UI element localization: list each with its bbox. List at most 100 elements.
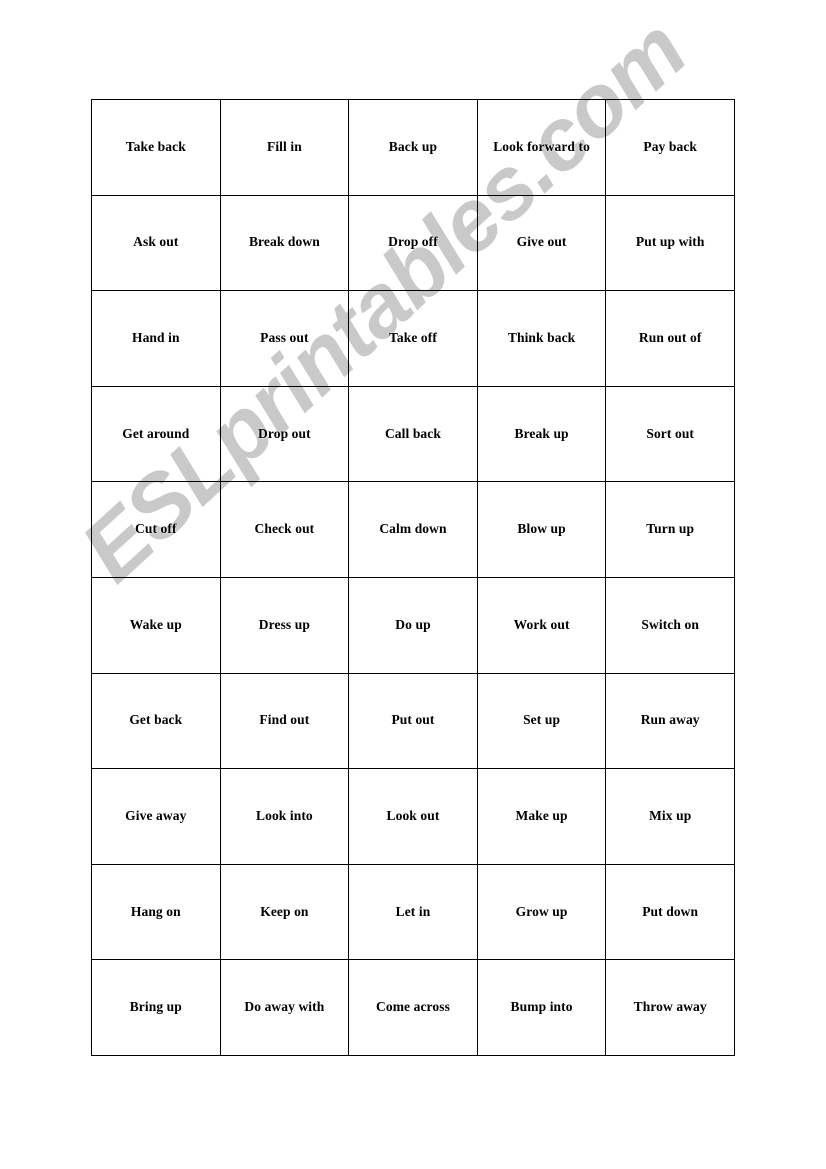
cell-label: Drop out — [258, 425, 311, 441]
grid-cell[interactable]: Come across — [348, 959, 478, 1056]
cell-label: Pay back — [643, 138, 698, 154]
grid-cell[interactable]: Give away — [91, 768, 221, 865]
cell-label: Call back — [384, 425, 441, 441]
table-row: Get back Find out Put out Set up Run awa… — [91, 672, 735, 770]
grid-cell[interactable]: Do away with — [219, 959, 350, 1056]
grid-cell[interactable]: Look forward to — [476, 99, 607, 196]
cell-label: Check out — [254, 521, 315, 537]
grid-cell[interactable]: Pass out — [219, 290, 350, 387]
grid-cell[interactable]: Find out — [219, 672, 350, 770]
grid-cell[interactable]: Break up — [476, 385, 607, 483]
grid-cell[interactable]: Put out — [348, 672, 478, 770]
cell-label: Break up — [514, 425, 569, 441]
cell-label: Get back — [129, 712, 183, 728]
table-row: Bring up Do away with Come across Bump i… — [91, 959, 735, 1056]
grid-cell[interactable]: Keep on — [219, 863, 350, 961]
grid-cell[interactable]: Check out — [219, 481, 350, 578]
grid-cell[interactable]: Blow up — [476, 481, 607, 578]
cell-label: Cut off — [135, 521, 177, 537]
cell-label: Take back — [125, 138, 186, 154]
grid-cell[interactable]: Make up — [476, 768, 607, 865]
grid-cell[interactable]: Get around — [91, 385, 221, 483]
grid-cell[interactable]: Calm down — [348, 481, 478, 578]
grid-cell[interactable]: Mix up — [605, 768, 735, 865]
cell-label: Keep on — [260, 903, 309, 919]
grid-cell[interactable]: Dress up — [219, 576, 350, 674]
grid-cell[interactable]: Let in — [348, 863, 478, 961]
cell-label: Calm down — [379, 521, 447, 537]
cell-label: Run out of — [638, 330, 702, 346]
grid-cell[interactable]: Drop off — [348, 194, 478, 292]
cell-label: Turn up — [646, 521, 695, 537]
grid-cell[interactable]: Run away — [605, 672, 735, 770]
cell-label: Give out — [516, 234, 567, 250]
cell-label: Take off — [389, 330, 437, 346]
cell-label: Get around — [122, 425, 190, 441]
grid-cell[interactable]: Throw away — [605, 959, 735, 1056]
table-row: Hand in Pass out Take off Think back Run… — [91, 290, 735, 387]
grid-cell[interactable]: Wake up — [91, 576, 221, 674]
cell-label: Work out — [513, 616, 570, 632]
cell-label: Look out — [386, 808, 440, 824]
grid-cell[interactable]: Put up with — [605, 194, 735, 292]
grid-cell[interactable]: Drop out — [219, 385, 350, 483]
grid-cell[interactable]: Grow up — [476, 863, 607, 961]
grid-cell[interactable]: Switch on — [605, 576, 735, 674]
cell-label: Drop off — [388, 234, 438, 250]
grid-cell[interactable]: Call back — [348, 385, 478, 483]
grid-cell[interactable]: Take off — [348, 290, 478, 387]
cell-label: Dress up — [258, 616, 310, 632]
grid-cell[interactable]: Take back — [91, 99, 221, 196]
grid-cell[interactable]: Pay back — [605, 99, 735, 196]
grid-cell[interactable]: Think back — [476, 290, 607, 387]
grid-cell[interactable]: Put down — [605, 863, 735, 961]
cell-label: Fill in — [266, 138, 302, 154]
grid-cell[interactable]: Look into — [219, 768, 350, 865]
grid-cell[interactable]: Get back — [91, 672, 221, 770]
cell-label: Sort out — [646, 425, 695, 441]
table-row: Hang on Keep on Let in Grow up Put down — [91, 863, 735, 961]
table-row: Cut off Check out Calm down Blow up Turn… — [91, 481, 735, 578]
cell-label: Look forward to — [493, 138, 590, 154]
cell-label: Do up — [395, 616, 431, 632]
grid-cell[interactable]: Back up — [348, 99, 478, 196]
cell-label: Let in — [395, 903, 431, 919]
cell-label: Wake up — [129, 616, 182, 632]
cell-label: Back up — [388, 138, 438, 154]
grid-cell[interactable]: Hang on — [91, 863, 221, 961]
cell-label: Blow up — [517, 521, 566, 537]
grid-body: Take back Fill in Back up Look forward t… — [91, 99, 735, 1056]
grid-cell[interactable]: Set up — [476, 672, 607, 770]
worksheet-page: ESLprintables.com Take back Fill in Back… — [0, 0, 826, 1169]
cell-label: Run away — [640, 712, 700, 728]
table-row: Ask out Break down Drop off Give out Put… — [91, 194, 735, 292]
cell-label: Set up — [523, 712, 561, 728]
grid-cell[interactable]: Hand in — [91, 290, 221, 387]
cell-label: Grow up — [515, 903, 568, 919]
cell-label: Make up — [515, 808, 568, 824]
grid-cell[interactable]: Bump into — [476, 959, 607, 1056]
grid-cell[interactable]: Work out — [476, 576, 607, 674]
grid-cell[interactable]: Break down — [219, 194, 350, 292]
cell-label: Think back — [507, 330, 576, 346]
grid-cell[interactable]: Do up — [348, 576, 478, 674]
phrasal-verb-grid: Take back Fill in Back up Look forward t… — [91, 99, 735, 1056]
cell-label: Bump into — [510, 999, 573, 1015]
cell-label: Ask out — [133, 234, 179, 250]
grid-cell[interactable]: Sort out — [605, 385, 735, 483]
grid-cell[interactable]: Fill in — [219, 99, 350, 196]
grid-cell[interactable]: Ask out — [91, 194, 221, 292]
grid-cell[interactable]: Bring up — [91, 959, 221, 1056]
cell-label: Pass out — [260, 330, 309, 346]
grid-cell[interactable]: Cut off — [91, 481, 221, 578]
grid-cell[interactable]: Look out — [348, 768, 478, 865]
grid-cell[interactable]: Turn up — [605, 481, 735, 578]
cell-label: Put up with — [635, 234, 705, 250]
grid-cell[interactable]: Run out of — [605, 290, 735, 387]
cell-label: Find out — [259, 712, 310, 728]
cell-label: Throw away — [633, 999, 707, 1015]
cell-label: Break down — [248, 234, 320, 250]
grid-cell[interactable]: Give out — [476, 194, 607, 292]
cell-label: Give away — [125, 808, 187, 824]
table-row: Give away Look into Look out Make up Mix… — [91, 768, 735, 865]
